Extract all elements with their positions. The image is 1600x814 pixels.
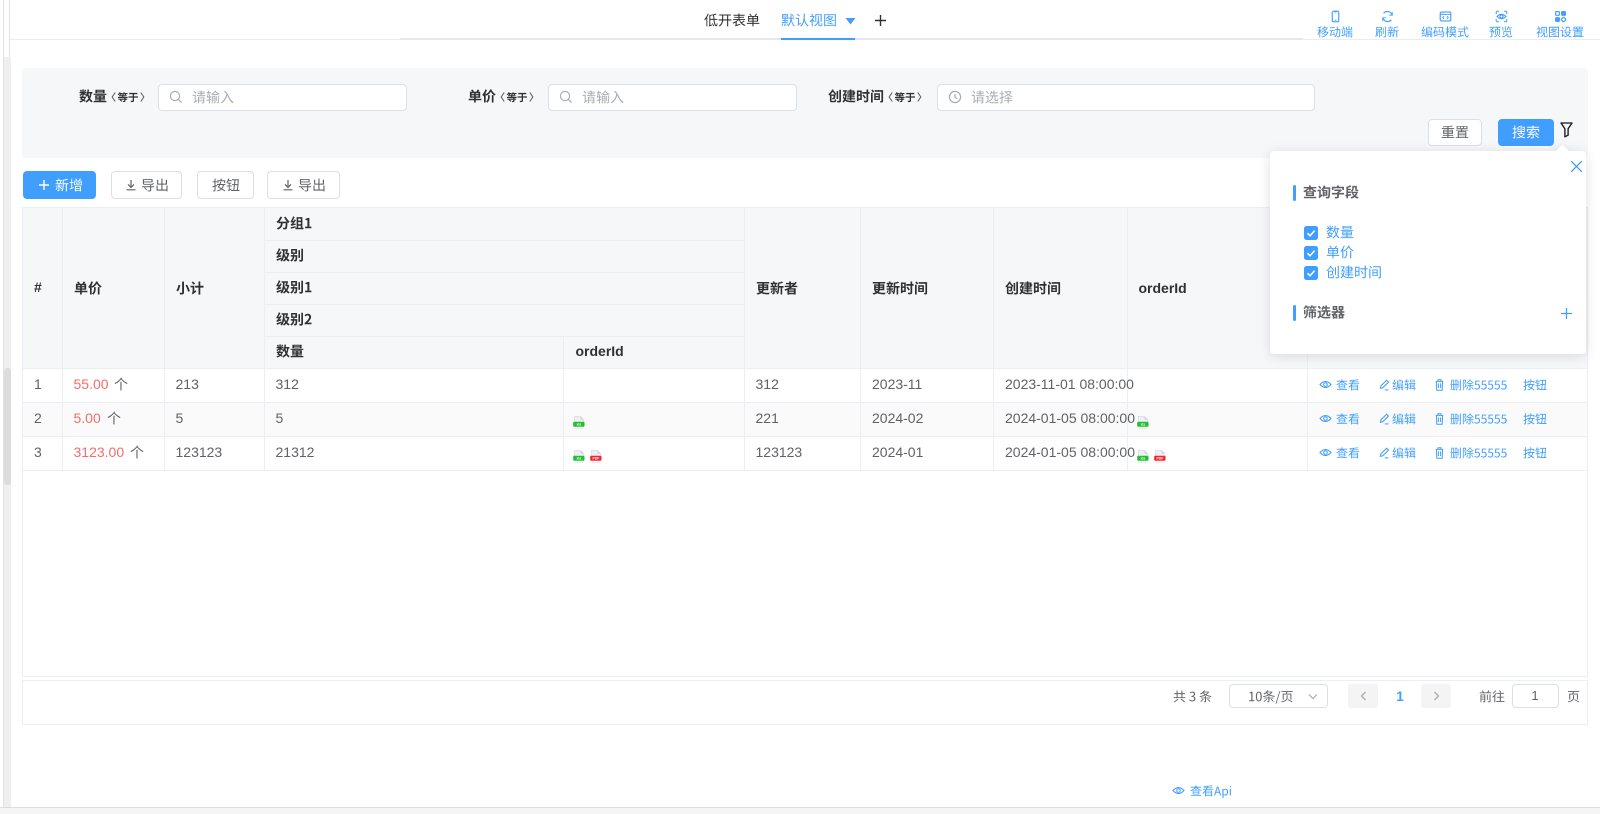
- svg-text:xls: xls: [577, 456, 582, 460]
- svg-text:xls: xls: [1141, 422, 1146, 426]
- svg-text:xls: xls: [1141, 456, 1146, 460]
- svg-text:xls: xls: [577, 422, 582, 426]
- svg-text:PDF: PDF: [592, 456, 599, 460]
- svg-text:PDF: PDF: [1156, 456, 1163, 460]
